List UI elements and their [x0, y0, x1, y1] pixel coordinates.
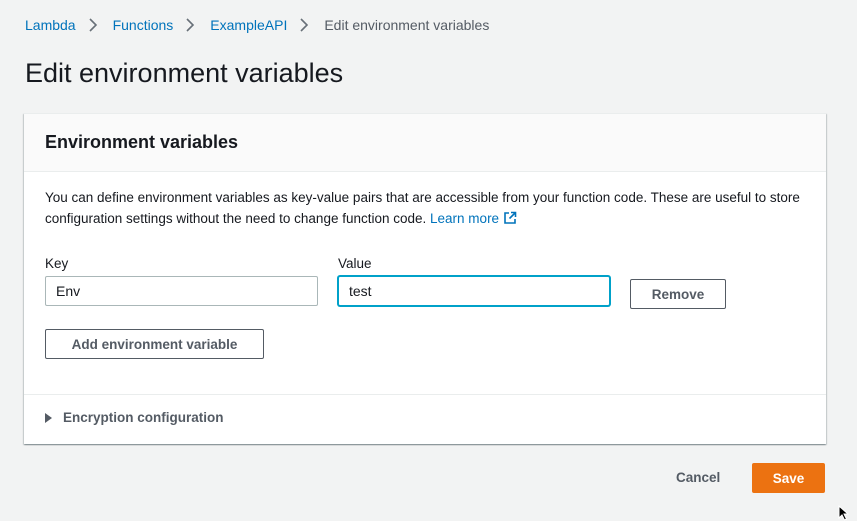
external-link-icon[interactable] [503, 211, 517, 225]
add-environment-variable-button[interactable]: Add environment variable [45, 329, 264, 359]
breadcrumb-functions[interactable]: Functions [113, 17, 174, 33]
learn-more-link[interactable]: Learn more [430, 211, 517, 226]
caret-right-icon[interactable] [45, 412, 52, 423]
mouse-pointer-icon [838, 505, 850, 521]
remove-button[interactable]: Remove [630, 279, 726, 309]
panel-description: You can define environment variables as … [45, 187, 815, 229]
breadcrumb: Lambda Functions ExampleAPI Edit environ… [25, 17, 489, 33]
description-text: You can define environment variables as … [45, 190, 800, 226]
chevron-right-icon [89, 18, 97, 32]
breadcrumb-exampleapi[interactable]: ExampleAPI [210, 17, 287, 33]
environment-variables-panel: Environment variables You can define env… [24, 113, 826, 444]
breadcrumb-lambda[interactable]: Lambda [25, 17, 76, 33]
save-button[interactable]: Save [752, 463, 825, 493]
breadcrumb-current: Edit environment variables [324, 17, 490, 33]
cancel-button[interactable]: Cancel [676, 470, 720, 485]
panel-header: Environment variables [24, 114, 826, 172]
encryption-configuration-label[interactable]: Encryption configuration [63, 410, 224, 425]
page-title: Edit environment variables [25, 58, 344, 88]
learn-more-label[interactable]: Learn more [430, 211, 499, 226]
chevron-right-icon [300, 18, 309, 32]
divider [24, 394, 826, 395]
key-input[interactable] [45, 276, 318, 306]
key-label: Key [45, 256, 69, 271]
chevron-right-icon [186, 18, 195, 32]
panel-title: Environment variables [45, 132, 239, 152]
value-label: Value [338, 256, 372, 271]
value-input[interactable] [338, 276, 610, 306]
encryption-configuration-expander[interactable]: Encryption configuration [45, 410, 224, 425]
